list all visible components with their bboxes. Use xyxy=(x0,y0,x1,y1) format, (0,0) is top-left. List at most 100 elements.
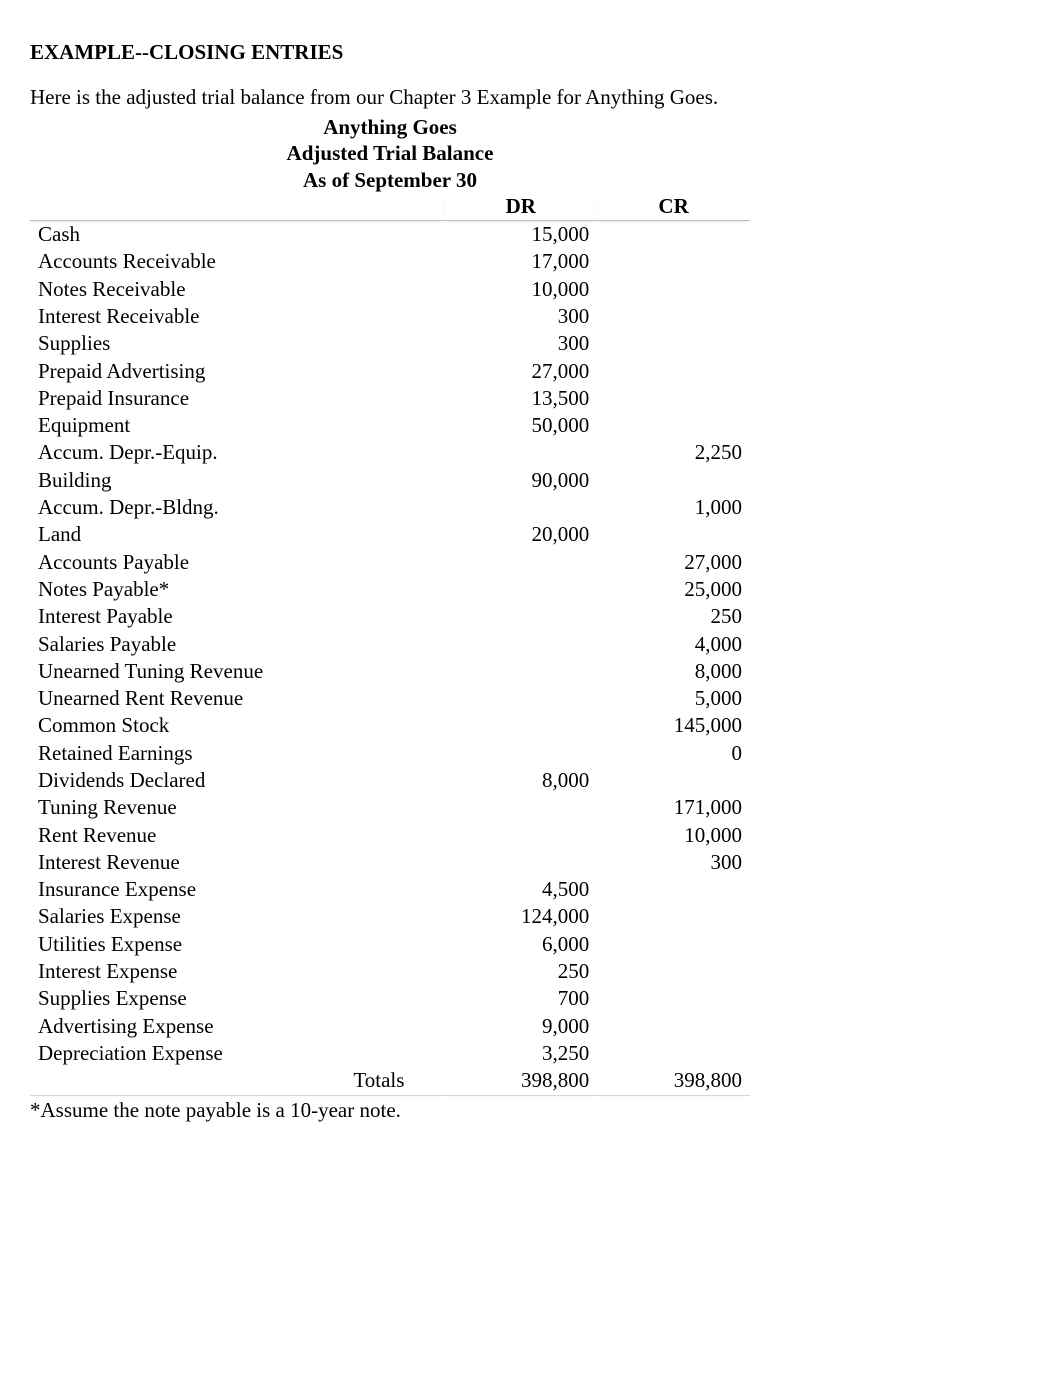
account-cell: Supplies Expense xyxy=(30,985,444,1012)
table-row: Tuning Revenue171,000 xyxy=(30,794,750,821)
cr-cell: 300 xyxy=(597,849,750,876)
cr-cell xyxy=(597,412,750,439)
account-cell: Accounts Payable xyxy=(30,549,444,576)
account-cell: Accounts Receivable xyxy=(30,248,444,275)
cr-cell xyxy=(597,358,750,385)
cr-cell xyxy=(597,985,750,1012)
cr-cell: 5,000 xyxy=(597,685,750,712)
account-cell: Retained Earnings xyxy=(30,740,444,767)
account-cell: Utilities Expense xyxy=(30,931,444,958)
account-cell: Land xyxy=(30,521,444,548)
tb-title-line3: As of September 30 xyxy=(30,167,750,193)
dr-cell xyxy=(444,794,597,821)
dr-cell: 27,000 xyxy=(444,358,597,385)
totals-row: Totals 398,800 398,800 xyxy=(30,1067,750,1095)
dr-cell xyxy=(444,494,597,521)
table-row: Salaries Expense124,000 xyxy=(30,903,750,930)
table-row: Interest Payable250 xyxy=(30,603,750,630)
table-row: Accum. Depr.-Bldng.1,000 xyxy=(30,494,750,521)
dr-cell: 300 xyxy=(444,303,597,330)
dr-cell: 300 xyxy=(444,330,597,357)
cr-cell xyxy=(597,767,750,794)
cr-cell: 27,000 xyxy=(597,549,750,576)
dr-cell: 700 xyxy=(444,985,597,1012)
cr-cell: 0 xyxy=(597,740,750,767)
table-row: Building90,000 xyxy=(30,467,750,494)
account-cell: Cash xyxy=(30,221,444,249)
account-cell: Supplies xyxy=(30,330,444,357)
cr-cell xyxy=(597,903,750,930)
totals-cr: 398,800 xyxy=(597,1067,750,1095)
table-row: Depreciation Expense3,250 xyxy=(30,1040,750,1067)
dr-cell xyxy=(444,822,597,849)
table-row: Interest Revenue 300 xyxy=(30,849,750,876)
account-cell: Depreciation Expense xyxy=(30,1040,444,1067)
dr-cell: 20,000 xyxy=(444,521,597,548)
cr-cell: 145,000 xyxy=(597,712,750,739)
cr-cell: 25,000 xyxy=(597,576,750,603)
cr-cell xyxy=(597,330,750,357)
cr-cell xyxy=(597,521,750,548)
table-row: Prepaid Insurance13,500 xyxy=(30,385,750,412)
account-cell: Salaries Expense xyxy=(30,903,444,930)
account-cell: Unearned Rent Revenue xyxy=(30,685,444,712)
table-row: Accum. Depr.-Equip.2,250 xyxy=(30,439,750,466)
cr-cell: 10,000 xyxy=(597,822,750,849)
dr-cell xyxy=(444,631,597,658)
trial-balance-title: Anything Goes Adjusted Trial Balance As … xyxy=(30,114,750,193)
account-cell: Common Stock xyxy=(30,712,444,739)
dr-cell xyxy=(444,576,597,603)
cr-cell xyxy=(597,303,750,330)
account-cell: Unearned Tuning Revenue xyxy=(30,658,444,685)
footnote-text: *Assume the note payable is a 10-year no… xyxy=(30,1098,1032,1123)
dr-cell: 124,000 xyxy=(444,903,597,930)
table-row: Utilities Expense6,000 xyxy=(30,931,750,958)
table-row: Salaries Payable4,000 xyxy=(30,631,750,658)
table-row: Interest Expense250 xyxy=(30,958,750,985)
cr-cell: 250 xyxy=(597,603,750,630)
table-row: Notes Receivable10,000 xyxy=(30,276,750,303)
cr-cell xyxy=(597,876,750,903)
dr-cell: 250 xyxy=(444,958,597,985)
table-row: Rent Revenue10,000 xyxy=(30,822,750,849)
account-cell: Prepaid Advertising xyxy=(30,358,444,385)
dr-cell: 10,000 xyxy=(444,276,597,303)
tb-title-line2: Adjusted Trial Balance xyxy=(30,140,750,166)
cr-cell xyxy=(597,1040,750,1067)
cr-cell xyxy=(597,248,750,275)
cr-cell xyxy=(597,931,750,958)
dr-cell xyxy=(444,685,597,712)
account-cell: Insurance Expense xyxy=(30,876,444,903)
table-row: Supplies Expense700 xyxy=(30,985,750,1012)
account-cell: Notes Receivable xyxy=(30,276,444,303)
account-cell: Building xyxy=(30,467,444,494)
dr-cell: 9,000 xyxy=(444,1013,597,1040)
table-row: Interest Receivable300 xyxy=(30,303,750,330)
dr-cell xyxy=(444,849,597,876)
document-page: EXAMPLE--CLOSING ENTRIES Here is the adj… xyxy=(0,0,1062,1153)
dr-cell: 90,000 xyxy=(444,467,597,494)
account-cell: Notes Payable* xyxy=(30,576,444,603)
table-row: Advertising Expense9,000 xyxy=(30,1013,750,1040)
dr-cell: 8,000 xyxy=(444,767,597,794)
cr-cell: 8,000 xyxy=(597,658,750,685)
table-row: Supplies300 xyxy=(30,330,750,357)
cr-cell xyxy=(597,1013,750,1040)
table-row: Unearned Rent Revenue 5,000 xyxy=(30,685,750,712)
table-row: Accounts Receivable17,000 xyxy=(30,248,750,275)
table-row: Prepaid Advertising27,000 xyxy=(30,358,750,385)
table-row: Land20,000 xyxy=(30,521,750,548)
dr-cell: 13,500 xyxy=(444,385,597,412)
dr-cell xyxy=(444,603,597,630)
cr-cell: 4,000 xyxy=(597,631,750,658)
account-cell: Interest Revenue xyxy=(30,849,444,876)
table-row: Insurance Expense4,500 xyxy=(30,876,750,903)
table-row: Equipment50,000 xyxy=(30,412,750,439)
dr-cell xyxy=(444,549,597,576)
account-cell: Interest Receivable xyxy=(30,303,444,330)
cr-cell: 1,000 xyxy=(597,494,750,521)
cr-cell: 2,250 xyxy=(597,439,750,466)
table-row: Notes Payable* 25,000 xyxy=(30,576,750,603)
cr-cell xyxy=(597,467,750,494)
table-row: Common Stock 145,000 xyxy=(30,712,750,739)
